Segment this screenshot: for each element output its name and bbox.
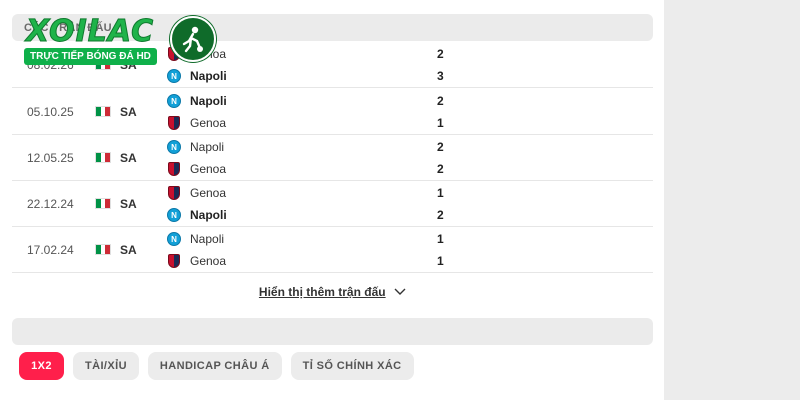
home-team-name: Napoli xyxy=(190,232,225,246)
tab-asian-handicap[interactable]: HANDICAP CHÂU Á xyxy=(147,352,282,380)
match-row[interactable]: 17.02.24 SA N Napoli 1 Genoa 1 xyxy=(12,227,653,273)
logo-tagline: TRỰC TIẾP BÓNG ĐÁ HD xyxy=(24,48,157,65)
home-score: 2 xyxy=(437,140,444,154)
napoli-crest-icon: N xyxy=(167,140,181,154)
show-more-link[interactable]: Hiển thị thêm trận đấu xyxy=(12,283,653,301)
tab-correct-score[interactable]: TỈ SỐ CHÍNH XÁC xyxy=(290,352,414,380)
home-score: 2 xyxy=(437,47,444,61)
home-team-name: Napoli xyxy=(190,140,225,154)
napoli-crest-icon: N xyxy=(167,69,181,83)
odds-tabs: 1X2 TÀI/XỈU HANDICAP CHÂU Á TỈ SỐ CHÍNH … xyxy=(19,352,414,380)
italy-flag-icon xyxy=(95,152,111,163)
soccer-player-icon xyxy=(170,16,216,62)
match-date: 22.12.24 xyxy=(27,197,74,211)
genoa-crest-icon xyxy=(168,162,180,176)
competition-label: SA xyxy=(120,151,137,165)
show-more-label: Hiển thị thêm trận đấu xyxy=(258,285,386,299)
away-team: N Napoli xyxy=(167,206,227,224)
home-score: 2 xyxy=(437,94,444,108)
tab-1x2[interactable]: 1X2 xyxy=(19,352,64,380)
away-team: Genoa xyxy=(167,114,226,132)
right-sidebar-panel xyxy=(664,0,800,400)
home-team: N Napoli xyxy=(167,92,227,110)
xoilac-logo: XOILAC TRỰC TIẾP BÓNG ĐÁ HD xyxy=(24,14,216,66)
away-team-name: Genoa xyxy=(190,254,227,268)
genoa-crest-icon xyxy=(168,116,180,130)
competition-label: SA xyxy=(120,243,137,257)
competition-label: SA xyxy=(120,105,137,119)
napoli-crest-icon: N xyxy=(167,232,181,246)
napoli-crest-icon: N xyxy=(167,208,181,222)
away-team: Genoa xyxy=(167,160,226,178)
away-team-name: Napoli xyxy=(190,208,227,222)
home-team: Genoa xyxy=(167,184,226,202)
away-team-name: Napoli xyxy=(190,69,227,83)
italy-flag-icon xyxy=(95,244,111,255)
home-team-name: Genoa xyxy=(190,186,227,200)
match-row[interactable]: 22.12.24 SA Genoa 1 N Napoli 2 xyxy=(12,181,653,227)
italy-flag-icon xyxy=(95,106,111,117)
home-team: N Napoli xyxy=(167,138,224,156)
away-score: 2 xyxy=(437,162,444,176)
home-score: 1 xyxy=(437,232,444,246)
away-team: N Napoli xyxy=(167,67,227,85)
chevron-down-icon xyxy=(394,288,406,295)
logo-wordmark: XOILAC xyxy=(25,14,155,50)
away-score: 3 xyxy=(437,69,444,83)
match-row[interactable]: 12.05.25 SA N Napoli 2 Genoa 2 xyxy=(12,135,653,181)
away-score: 1 xyxy=(437,254,444,268)
italy-flag-icon xyxy=(95,198,111,209)
away-team: Genoa xyxy=(167,252,226,270)
napoli-crest-icon: N xyxy=(167,94,181,108)
home-score: 1 xyxy=(437,186,444,200)
genoa-crest-icon xyxy=(168,254,180,268)
away-score: 1 xyxy=(437,116,444,130)
tab-over-under[interactable]: TÀI/XỈU xyxy=(73,352,139,380)
match-row[interactable]: 05.10.25 SA N Napoli 2 Genoa 1 xyxy=(12,89,653,135)
match-date: 17.02.24 xyxy=(27,243,74,257)
competition-label: SA xyxy=(120,197,137,211)
match-date: 05.10.25 xyxy=(27,105,74,119)
away-team-name: Genoa xyxy=(190,162,227,176)
home-team-name: Napoli xyxy=(190,94,227,108)
away-team-name: Genoa xyxy=(190,116,227,130)
away-score: 2 xyxy=(437,208,444,222)
odds-section-header xyxy=(12,318,653,345)
home-team: N Napoli xyxy=(167,230,224,248)
match-date: 12.05.25 xyxy=(27,151,74,165)
genoa-crest-icon xyxy=(168,186,180,200)
